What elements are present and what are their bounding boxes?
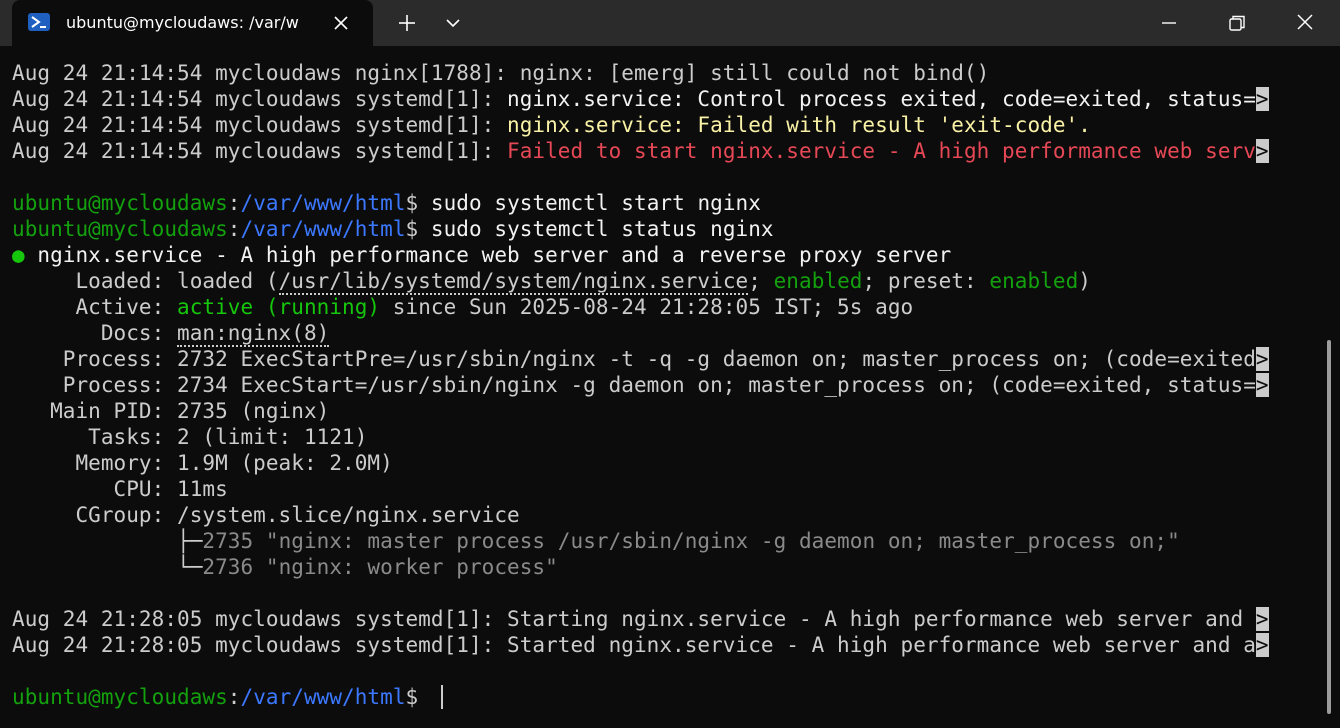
command-line: ubuntu@mycloudaws:/var/www/html$ sudo sy… (12, 191, 761, 215)
tab-terminal[interactable]: ubuntu@mycloudaws: /var/w (12, 0, 373, 46)
prompt-path: /var/www/html (240, 217, 406, 241)
status-memory: Memory: 1.9M (peak: 2.0M) (12, 451, 393, 475)
minimize-icon[interactable] (1154, 10, 1184, 36)
status-cpu: CPU: 11ms (12, 477, 228, 501)
truncation-marker: > (1255, 373, 1269, 397)
active-state: active (running) (177, 295, 381, 319)
truncation-marker: > (1255, 347, 1269, 371)
tab-title: ubuntu@mycloudaws: /var/w (66, 13, 299, 32)
status-process: Process: 2732 ExecStartPre=/usr/sbin/ngi… (12, 347, 1269, 371)
prompt-path: /var/www/html (240, 191, 406, 215)
docs-link[interactable]: man:nginx(8) (177, 321, 330, 347)
command-line[interactable]: ubuntu@mycloudaws:/var/www/html$ (12, 684, 431, 710)
log-line: Aug 24 21:28:05 mycloudaws systemd[1]: S… (12, 607, 1269, 631)
close-icon[interactable] (330, 12, 352, 34)
log-line: Aug 24 21:28:05 mycloudaws systemd[1]: S… (12, 633, 1269, 657)
chevron-down-icon[interactable] (440, 10, 466, 36)
status-process: Process: 2734 ExecStart=/usr/sbin/nginx … (12, 373, 1269, 397)
log-line: Aug 24 21:14:54 mycloudaws systemd[1]: F… (12, 139, 1269, 163)
prompt-user: ubuntu@mycloudaws (12, 191, 228, 215)
status-docs: Docs: man:nginx(8) (12, 321, 330, 347)
close-window-icon[interactable] (1290, 10, 1320, 36)
truncation-marker: > (1255, 633, 1269, 657)
log-line: Aug 24 21:14:54 mycloudaws systemd[1]: n… (12, 113, 1091, 137)
truncation-marker: > (1255, 87, 1269, 111)
status-cgroup: CGroup: /system.slice/nginx.service (12, 503, 520, 527)
status-bullet-icon: ● (12, 243, 25, 267)
log-line: Aug 24 21:14:54 mycloudaws systemd[1]: n… (12, 87, 1269, 111)
log-line: Aug 24 21:14:54 mycloudaws nginx[1788]: … (12, 61, 990, 85)
status-tasks: Tasks: 2 (limit: 1121) (12, 425, 368, 449)
command-line: ubuntu@mycloudaws:/var/www/html$ sudo sy… (12, 217, 774, 241)
title-bar: ubuntu@mycloudaws: /var/w (0, 0, 1340, 46)
prompt-path: /var/www/html (240, 685, 406, 709)
terminal-output[interactable]: Aug 24 21:14:54 mycloudaws nginx[1788]: … (12, 60, 1312, 720)
prompt-user: ubuntu@mycloudaws (12, 217, 228, 241)
status-active: Active: active (running) since Sun 2025-… (12, 295, 914, 319)
status-mainpid: Main PID: 2735 (nginx) (12, 399, 330, 423)
terminal-icon (28, 13, 50, 31)
truncation-marker: > (1255, 139, 1269, 163)
status-header: ● nginx.service - A high performance web… (12, 243, 952, 267)
cgroup-tree-item: └─2736 "nginx: worker process" (12, 555, 558, 579)
truncation-marker: > (1255, 607, 1269, 631)
scrollbar[interactable] (1327, 340, 1331, 714)
text-cursor (441, 685, 443, 709)
plus-icon[interactable] (394, 10, 420, 36)
prompt-user: ubuntu@mycloudaws (12, 685, 228, 709)
cgroup-tree-item: ├─2735 "nginx: master process /usr/sbin/… (12, 529, 1180, 553)
status-loaded: Loaded: loaded (/usr/lib/systemd/system/… (12, 269, 1091, 295)
maximize-icon[interactable] (1222, 10, 1252, 36)
